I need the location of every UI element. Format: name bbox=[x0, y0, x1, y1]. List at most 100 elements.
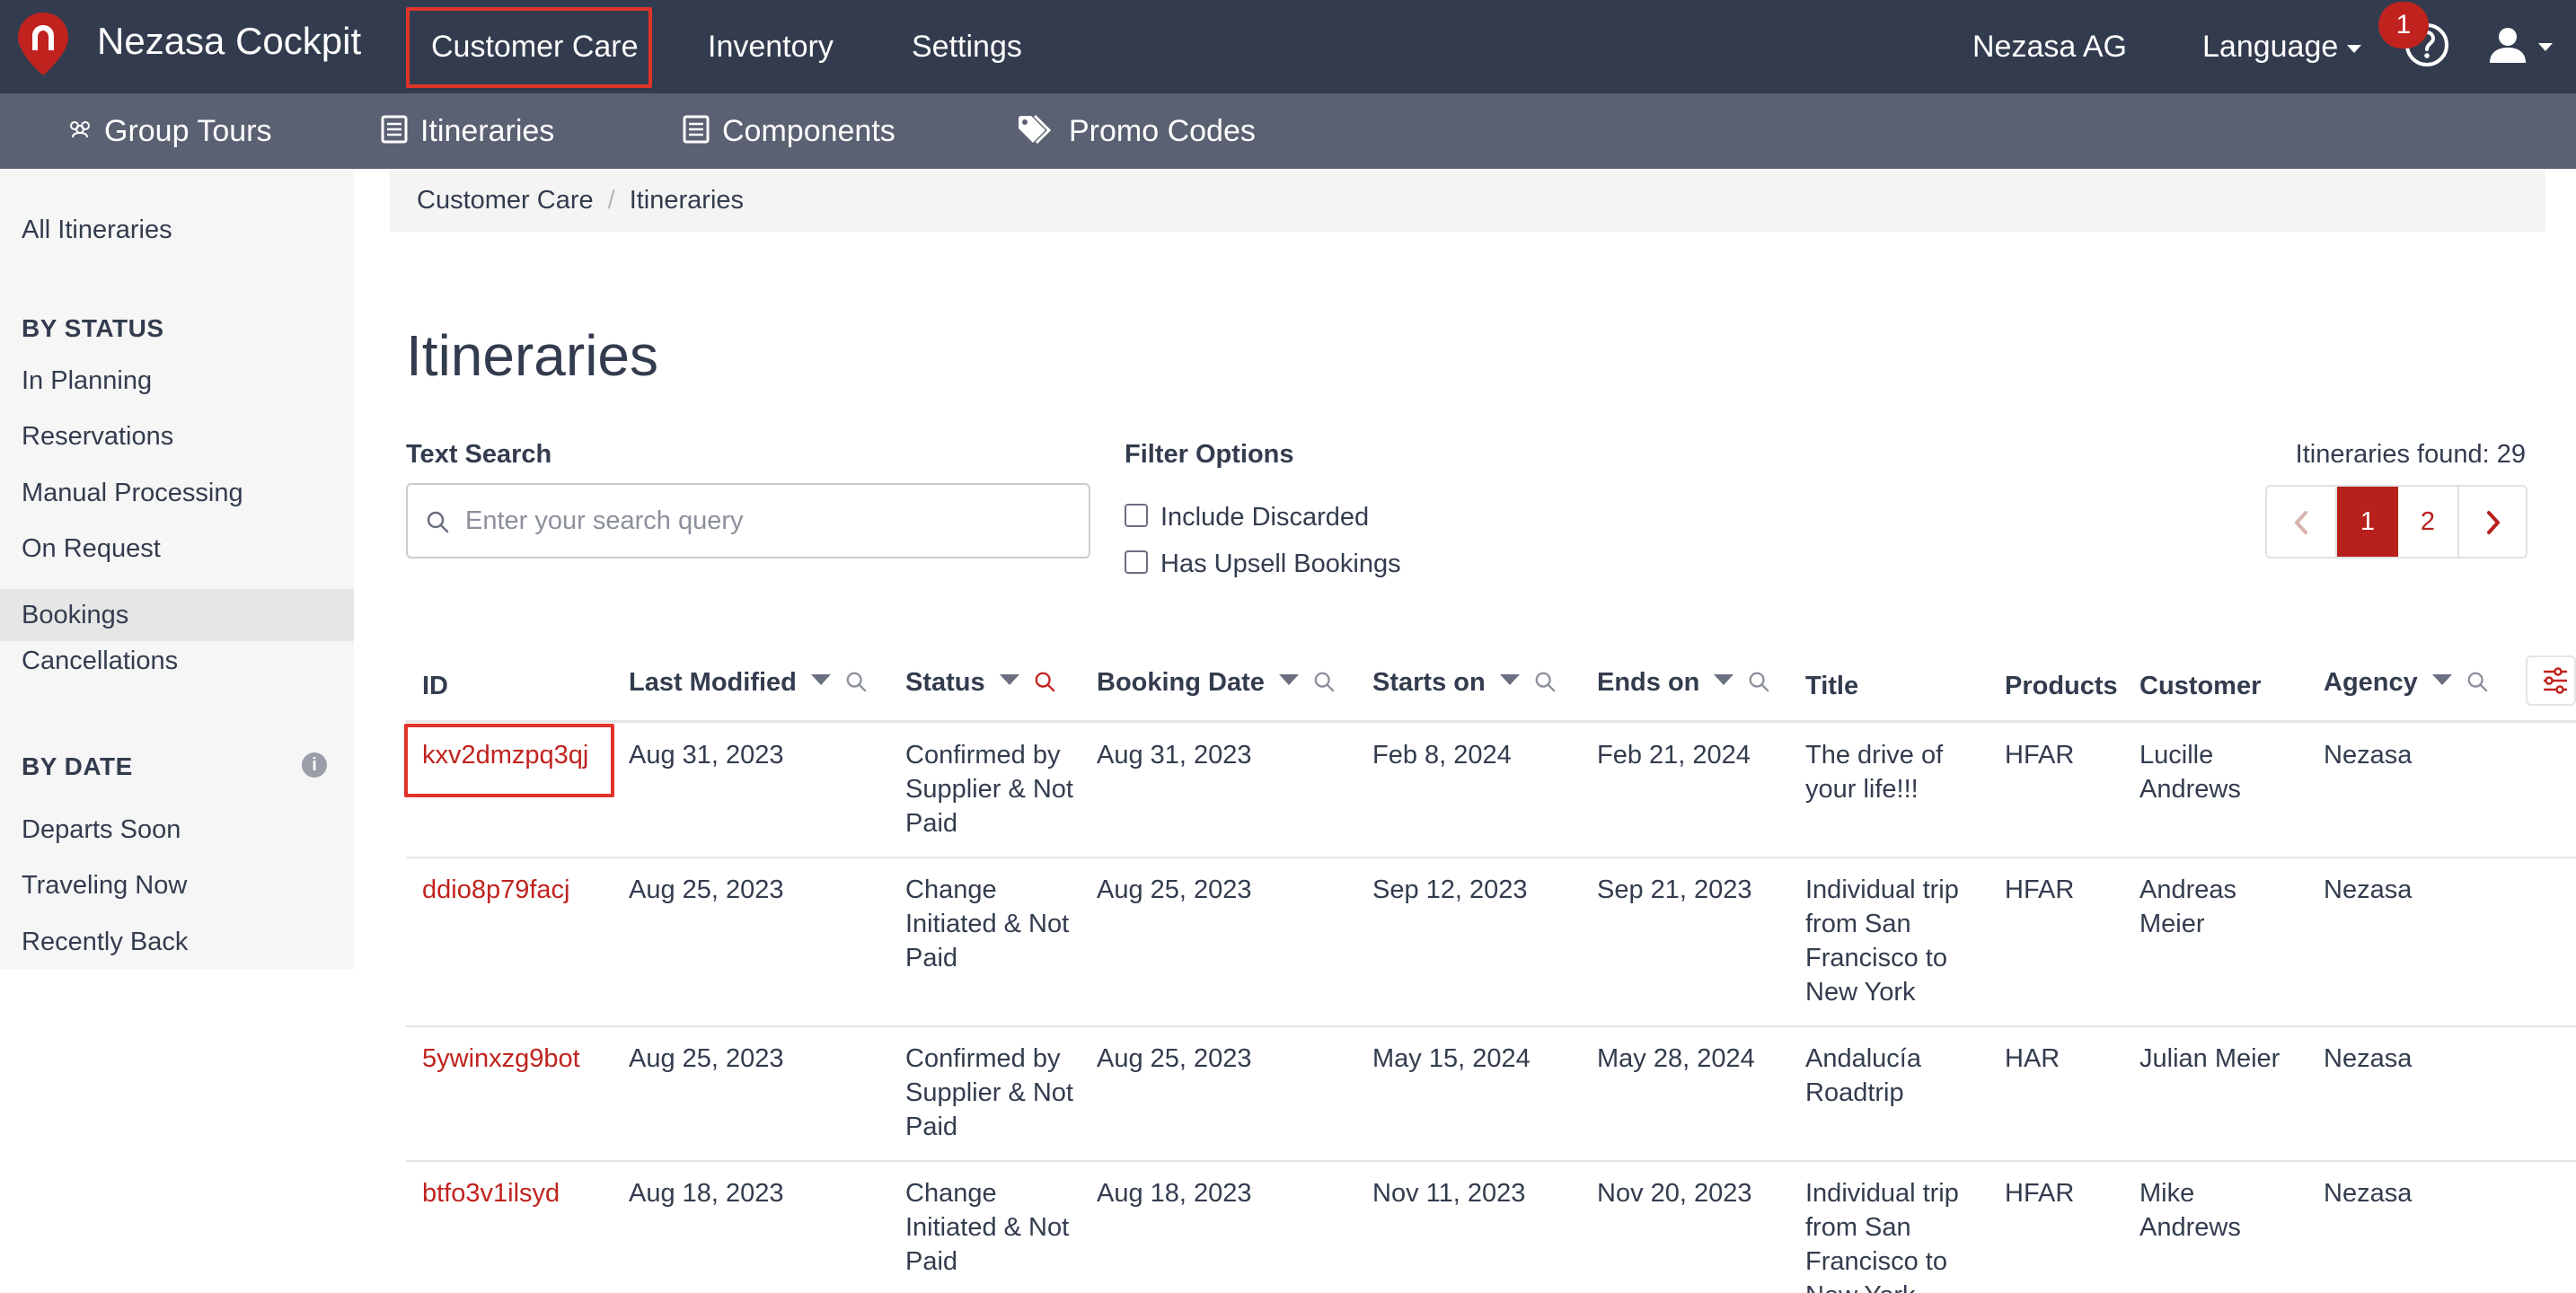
search-field[interactable] bbox=[406, 483, 1090, 559]
cell-starts-on: May 15, 2024 bbox=[1372, 1044, 1531, 1073]
language-menu[interactable]: Language bbox=[2202, 0, 2362, 93]
column-search-active-icon[interactable] bbox=[1034, 671, 1055, 692]
cell-agency: Nezasa bbox=[2324, 875, 2413, 904]
language-label: Language bbox=[2202, 30, 2339, 64]
breadcrumb-customer-care[interactable]: Customer Care bbox=[417, 186, 594, 215]
sidebar-item-manual-processing[interactable]: Manual Processing bbox=[0, 466, 354, 520]
pagination-next[interactable] bbox=[2459, 487, 2526, 557]
cell-booking-date: Aug 25, 2023 bbox=[1097, 875, 1252, 904]
sort-down-icon[interactable] bbox=[1499, 674, 1520, 686]
nav-settings[interactable]: Settings bbox=[912, 0, 1022, 93]
column-search-icon[interactable] bbox=[1313, 671, 1335, 692]
cell-last-modified: Aug 25, 2023 bbox=[629, 1044, 784, 1073]
sidebar-item-cancellations[interactable]: Cancellations bbox=[0, 634, 354, 688]
pagination-prev[interactable] bbox=[2267, 487, 2337, 557]
filter-has-upsell-bookings[interactable]: Has Upsell Bookings bbox=[1125, 550, 1401, 579]
cell-title: Andalucía Roadtrip bbox=[1805, 1044, 1921, 1107]
column-search-icon[interactable] bbox=[1748, 671, 1769, 692]
sort-down-icon[interactable] bbox=[810, 674, 831, 686]
sidebar-item-on-request[interactable]: On Request bbox=[0, 522, 354, 576]
column-search-icon[interactable] bbox=[2466, 671, 2488, 692]
cell-products: HFAR bbox=[2005, 1179, 2075, 1208]
sidebar-heading-by-status: BY STATUS bbox=[22, 314, 164, 342]
cell-status: Change Initiated & Not Paid bbox=[905, 1179, 1070, 1276]
include-discarded-checkbox[interactable] bbox=[1125, 504, 1148, 528]
subnav-label: Promo Codes bbox=[1069, 114, 1256, 148]
cell-ends-on: Sep 21, 2023 bbox=[1597, 875, 1752, 904]
column-header-label: Last Modified bbox=[629, 668, 797, 697]
company-menu[interactable]: Nezasa AG bbox=[1972, 0, 2127, 93]
brand-name[interactable]: Nezasa Cockpit bbox=[97, 20, 361, 63]
nav-inventory[interactable]: Inventory bbox=[708, 0, 834, 93]
cell-booking-date: Aug 18, 2023 bbox=[1097, 1179, 1252, 1208]
chevron-right-icon bbox=[2487, 511, 2500, 535]
user-icon[interactable] bbox=[2488, 25, 2527, 65]
subnav-promo-codes[interactable]: Promo Codes bbox=[1017, 93, 1256, 169]
breadcrumb: Customer Care / Itineraries bbox=[390, 169, 2545, 232]
cell-title: The drive of your life!!! bbox=[1805, 741, 1944, 804]
column-header-last-modified: Last Modified bbox=[629, 668, 867, 698]
sidebar-item-traveling-now[interactable]: Traveling Now bbox=[0, 858, 354, 912]
cell-booking-date: Aug 25, 2023 bbox=[1097, 1044, 1252, 1073]
subnav-itineraries[interactable]: Itineraries bbox=[381, 93, 554, 169]
sidebar-item-all-itineraries[interactable]: All Itineraries bbox=[0, 203, 354, 257]
itinerary-id-link[interactable]: ddio8p79facj bbox=[422, 873, 569, 907]
pagination-page-1[interactable]: 1 bbox=[2337, 487, 2398, 557]
cell-last-modified: Aug 25, 2023 bbox=[629, 875, 784, 904]
search-input[interactable] bbox=[465, 485, 1076, 557]
column-search-icon[interactable] bbox=[1534, 671, 1556, 692]
pagination-page-2[interactable]: 2 bbox=[2398, 487, 2459, 557]
has-upsell-bookings-checkbox[interactable] bbox=[1125, 550, 1148, 575]
breadcrumb-itineraries: Itineraries bbox=[629, 186, 745, 215]
sort-down-icon[interactable] bbox=[999, 674, 1019, 686]
nav-active-highlight bbox=[406, 7, 652, 88]
cell-status: Confirmed by Supplier & Not Paid bbox=[905, 741, 1073, 838]
info-icon[interactable]: i bbox=[302, 752, 327, 778]
cell-customer: Andreas Meier bbox=[2139, 875, 2237, 938]
sort-down-icon[interactable] bbox=[1714, 674, 1734, 686]
nezasa-logo-icon[interactable] bbox=[16, 11, 70, 77]
cell-ends-on: May 28, 2024 bbox=[1597, 1044, 1755, 1073]
cell-starts-on: Nov 11, 2023 bbox=[1372, 1179, 1526, 1208]
row-divider bbox=[406, 857, 2576, 858]
chevron-left-icon bbox=[2295, 511, 2307, 535]
cell-agency: Nezasa bbox=[2324, 1179, 2413, 1208]
column-header-status: Status bbox=[905, 668, 1055, 698]
search-icon bbox=[427, 511, 449, 533]
column-header-customer: Customer bbox=[2139, 672, 2262, 700]
column-header-label: Agency bbox=[2324, 668, 2418, 697]
cell-products: HFAR bbox=[2005, 741, 2075, 770]
column-header-agency: Agency bbox=[2324, 668, 2488, 698]
top-navbar: Nezasa Cockpit Customer Care Inventory S… bbox=[0, 0, 2576, 93]
subnav-group-tours[interactable]: Group Tours bbox=[68, 93, 271, 169]
column-settings-button[interactable] bbox=[2526, 655, 2576, 706]
page-title: Itineraries bbox=[406, 323, 658, 388]
subnav-components[interactable]: Components bbox=[683, 93, 895, 169]
sort-down-icon[interactable] bbox=[1278, 674, 1299, 686]
sort-down-icon[interactable] bbox=[2431, 674, 2452, 686]
cell-title: Individual trip from San Francisco to Ne… bbox=[1805, 875, 1959, 1007]
row-divider bbox=[406, 1160, 2576, 1162]
user-menu-chevron-icon[interactable] bbox=[2538, 43, 2553, 51]
itinerary-id-link[interactable]: 5ywinxzg9bot bbox=[422, 1042, 580, 1076]
filter-options-label: Filter Options bbox=[1125, 440, 1294, 469]
filter-include-discarded[interactable]: Include Discarded bbox=[1125, 503, 1369, 532]
sidebar-item-departs-soon[interactable]: Departs Soon bbox=[0, 803, 354, 857]
cell-starts-on: Feb 8, 2024 bbox=[1372, 741, 1512, 770]
cell-ends-on: Nov 20, 2023 bbox=[1597, 1179, 1752, 1208]
column-search-icon[interactable] bbox=[845, 671, 867, 692]
itinerary-id-link[interactable]: btfo3v1ilsyd bbox=[422, 1176, 560, 1210]
row-divider bbox=[406, 1025, 2576, 1027]
column-header-id: ID bbox=[422, 672, 448, 700]
sidebar-heading-by-date: BY DATE bbox=[22, 752, 133, 780]
cell-customer: Julian Meier bbox=[2139, 1044, 2280, 1073]
cell-products: HFAR bbox=[2005, 875, 2075, 904]
group-tours-icon bbox=[70, 121, 90, 138]
sidebar-item-in-planning[interactable]: In Planning bbox=[0, 354, 354, 408]
notification-badge[interactable]: 1 bbox=[2378, 2, 2429, 48]
cell-last-modified: Aug 18, 2023 bbox=[629, 1179, 784, 1208]
sub-navbar: Group Tours Itineraries Components Promo… bbox=[0, 93, 2576, 169]
sidebar-item-reservations[interactable]: Reservations bbox=[0, 409, 354, 463]
cell-last-modified: Aug 31, 2023 bbox=[629, 741, 784, 770]
sidebar-item-recently-back[interactable]: Recently Back bbox=[0, 915, 354, 969]
